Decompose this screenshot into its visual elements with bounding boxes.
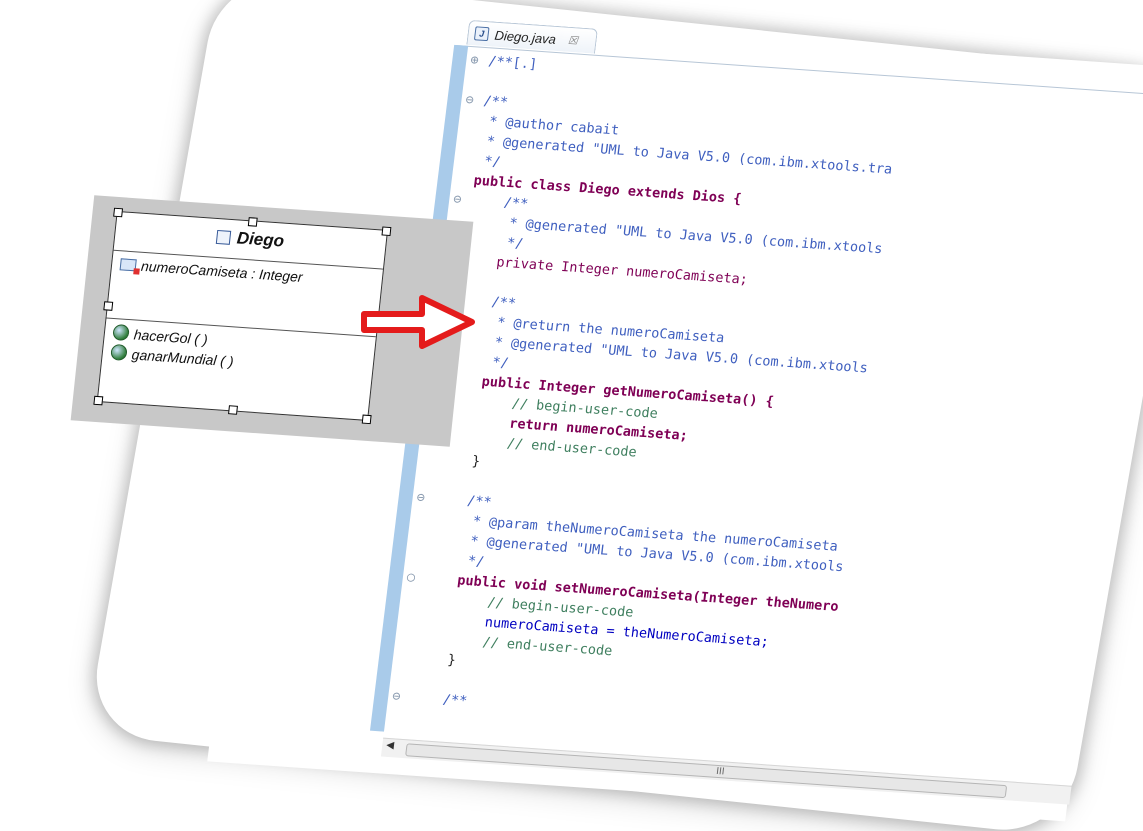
operation-label: ganarMundial ( ) xyxy=(130,346,235,370)
code-text: /**[.] xyxy=(487,53,539,73)
attribute-icon xyxy=(119,258,137,272)
right-arrow-icon xyxy=(361,295,475,349)
uml-class-box[interactable]: Diego numeroCamiseta : Integer hacerGol … xyxy=(93,207,392,425)
operation-icon xyxy=(112,323,130,342)
resize-handle[interactable] xyxy=(381,226,392,237)
tab-diego-java[interactable]: J Diego.java ☒ xyxy=(466,19,599,54)
screenshot-stage: J Diego.java ☒ ⊕/**[.] ⊖/** * @author cab… xyxy=(0,0,1143,831)
operation-icon xyxy=(110,343,128,361)
resize-handle[interactable] xyxy=(361,414,372,425)
code-text: */ xyxy=(426,550,486,571)
gutter-space xyxy=(419,481,437,482)
code-text: } xyxy=(438,450,482,470)
resize-handle[interactable] xyxy=(93,395,104,406)
scroll-grip: III xyxy=(715,765,726,778)
operation-label: hacerGol ( ) xyxy=(133,326,209,348)
scroll-left-icon[interactable]: ◀ xyxy=(386,740,395,751)
code-text: */ xyxy=(475,152,502,171)
java-file-icon: J xyxy=(473,26,490,42)
gutter-space xyxy=(402,621,420,622)
code-area[interactable]: ⊕/**[.] ⊖/** * @author cabait * @generate… xyxy=(391,50,1143,753)
gutter-space xyxy=(414,521,432,522)
gutter-space xyxy=(460,144,478,145)
class-icon xyxy=(216,229,232,245)
resize-handle[interactable] xyxy=(103,301,114,311)
resize-handle[interactable] xyxy=(228,405,238,415)
gutter-space xyxy=(404,601,422,602)
code-text: } xyxy=(414,649,457,669)
gutter-space xyxy=(409,561,427,562)
gutter-space xyxy=(458,163,476,164)
gutter-space xyxy=(394,680,412,681)
gutter-space xyxy=(463,124,481,125)
class-name: Diego xyxy=(235,228,286,251)
scroll-thumb[interactable]: III xyxy=(405,743,1008,799)
code-text: /** xyxy=(409,689,469,710)
resize-handle[interactable] xyxy=(247,217,258,227)
code-text: /** xyxy=(433,490,493,511)
resize-handle[interactable] xyxy=(113,207,124,218)
code-text: /** xyxy=(470,192,530,213)
horizontal-scrollbar[interactable]: ◀ III xyxy=(380,737,1072,805)
gutter-space xyxy=(455,183,473,184)
gutter-space xyxy=(468,84,486,85)
gutter-space xyxy=(421,462,439,463)
close-icon[interactable]: ☒ xyxy=(567,33,578,47)
tab-title: Diego.java xyxy=(493,27,557,47)
code-text: /** xyxy=(482,93,509,111)
gutter-space xyxy=(399,640,417,641)
code-text: */ xyxy=(450,351,510,372)
code-text: */ xyxy=(465,232,525,253)
uml-operation[interactable]: ganarMundial ( ) xyxy=(110,343,235,370)
arrow-shape xyxy=(361,295,475,349)
gutter-space xyxy=(397,660,415,661)
gutter-space xyxy=(411,541,429,542)
